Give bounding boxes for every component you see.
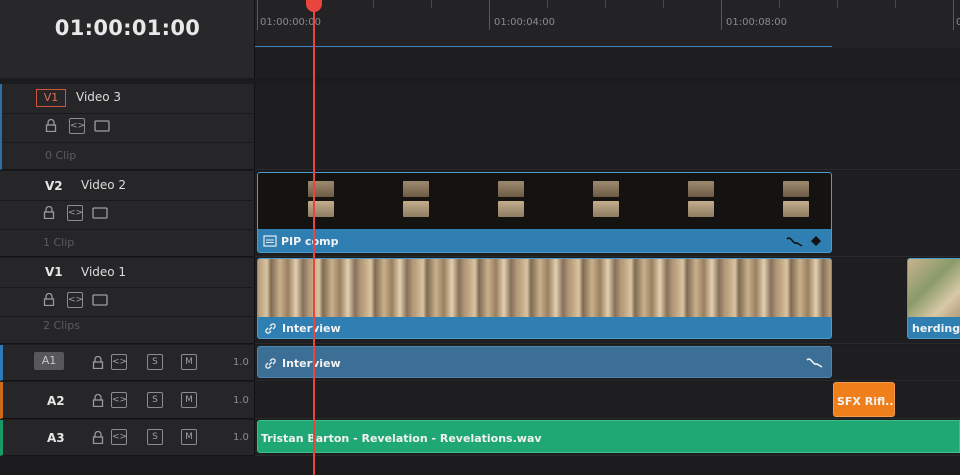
timeline-ruler[interactable]: 01:00:00:00 01:00:04:00 01:00:08:00 0 xyxy=(255,0,960,48)
solo-button[interactable]: S xyxy=(147,392,163,408)
lock-icon[interactable] xyxy=(92,394,104,407)
track-id[interactable]: V1 xyxy=(45,265,63,279)
lock-icon[interactable] xyxy=(43,293,55,306)
lock-icon[interactable] xyxy=(43,206,55,219)
ruler-label: 01:00:00:00 xyxy=(260,17,322,28)
track-id[interactable]: A2 xyxy=(47,394,65,408)
clip-name: PIP comp xyxy=(281,235,339,248)
ruler-label: 0 xyxy=(956,17,960,28)
track-volume[interactable]: 1.0 xyxy=(233,395,249,406)
track-lane-video-3[interactable] xyxy=(255,84,960,170)
clip-name: Interview xyxy=(282,357,341,370)
timeline-header: 01:00:01:00 xyxy=(0,0,255,78)
destination-track-button[interactable]: A1 xyxy=(34,352,64,370)
link-icon xyxy=(265,323,276,334)
clip-interview-audio[interactable]: Interview xyxy=(257,346,832,378)
clip-thumbnail-strip xyxy=(258,173,831,229)
keyframe-icon xyxy=(811,236,821,246)
curve-icon xyxy=(786,237,803,247)
lock-icon[interactable] xyxy=(45,119,57,132)
clip-interview-video[interactable]: Interview xyxy=(257,258,832,339)
mute-button[interactable]: M xyxy=(181,354,197,370)
track-volume[interactable]: 1.0 xyxy=(233,357,249,368)
clip-name: Interview xyxy=(282,322,341,335)
clip-count: 1 Clip xyxy=(43,236,75,249)
auto-track-select-icon[interactable]: <> xyxy=(67,205,83,221)
track-name[interactable]: Video 3 xyxy=(76,90,121,104)
playhead[interactable] xyxy=(313,0,315,475)
track-header-audio-2[interactable]: A2 <> S M 1.0 xyxy=(0,382,255,419)
timeline-bottom-area xyxy=(0,457,960,475)
link-icon xyxy=(265,358,276,369)
track-header-audio-3[interactable]: A3 <> S M 1.0 xyxy=(0,420,255,456)
track-id[interactable]: V2 xyxy=(45,179,63,193)
clip-music[interactable]: Tristan Barton - Revelation - Revelation… xyxy=(257,420,960,453)
solo-button[interactable]: S xyxy=(147,354,163,370)
destination-track-button[interactable]: V1 xyxy=(36,89,66,107)
auto-track-select-icon[interactable]: <> xyxy=(111,392,127,408)
ruler-label: 01:00:08:00 xyxy=(726,17,788,28)
track-name[interactable]: Video 1 xyxy=(81,265,126,279)
clip-count: 0 Clip xyxy=(45,149,77,162)
mute-button[interactable]: M xyxy=(181,429,197,445)
auto-track-select-icon[interactable]: <> xyxy=(67,292,83,308)
lock-icon[interactable] xyxy=(92,431,104,444)
curve-icon xyxy=(806,358,823,368)
compound-clip-icon xyxy=(263,235,277,247)
ruler-label: 01:00:04:00 xyxy=(494,17,556,28)
track-header-video-3[interactable]: V1 Video 3 <> 0 Clip xyxy=(0,84,257,170)
track-volume[interactable]: 1.0 xyxy=(233,432,249,443)
clip-count: 2 Clips xyxy=(43,319,81,332)
clip-name: SFX Rifl... xyxy=(837,395,895,408)
clip-name: herding xyxy=(912,322,960,335)
track-header-video-2[interactable]: V2 Video 2 <> 1 Clip xyxy=(0,171,255,257)
timecode-display[interactable]: 01:00:01:00 xyxy=(0,0,255,55)
disable-video-track-icon[interactable] xyxy=(92,207,108,219)
clip-pip-comp[interactable]: PIP comp xyxy=(257,172,832,253)
track-header-video-1[interactable]: V1 Video 1 <> 2 Clips xyxy=(0,258,255,344)
clip-thumbnail xyxy=(908,259,960,317)
track-id[interactable]: A3 xyxy=(47,431,65,445)
disable-video-track-icon[interactable] xyxy=(94,120,110,132)
auto-track-select-icon[interactable]: <> xyxy=(111,354,127,370)
render-status-line xyxy=(255,46,832,47)
solo-button[interactable]: S xyxy=(147,429,163,445)
clip-sfx[interactable]: SFX Rifl... xyxy=(833,382,895,417)
lock-icon[interactable] xyxy=(92,356,104,369)
disable-video-track-icon[interactable] xyxy=(92,294,108,306)
track-header-audio-1[interactable]: A1 <> S M 1.0 xyxy=(0,345,255,381)
clip-thumbnail-strip xyxy=(258,259,831,317)
timeline-panel: 01:00:01:00 01:00:00:00 01:00:04:00 01:0… xyxy=(0,0,960,475)
auto-track-select-icon[interactable]: <> xyxy=(69,118,85,134)
track-name[interactable]: Video 2 xyxy=(81,178,126,192)
auto-track-select-icon[interactable]: <> xyxy=(111,429,127,445)
mute-button[interactable]: M xyxy=(181,392,197,408)
timeline-gap xyxy=(255,48,960,78)
clip-name: Tristan Barton - Revelation - Revelation… xyxy=(261,432,542,445)
clip-herding[interactable]: herding xyxy=(907,258,960,339)
